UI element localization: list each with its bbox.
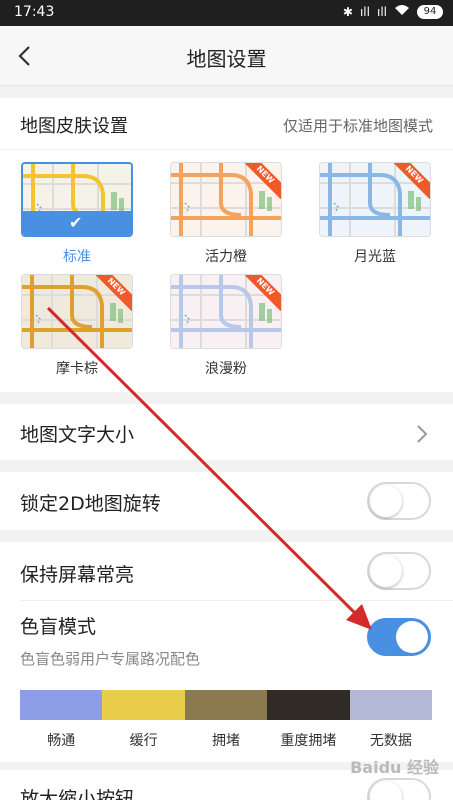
new-badge: NEW [245, 275, 281, 311]
skin-option-label: 标准 [63, 249, 91, 265]
traffic-legend-labels: 畅通 缓行 拥堵 重度拥堵 无数据 [20, 730, 432, 750]
skin-option-2[interactable]: NEW [319, 162, 431, 237]
status-icons: ✱ ıll ıll 94 [343, 4, 443, 19]
traffic-legend-label: 无数据 [369, 733, 412, 749]
skin-section-title: 地图皮肤设置 [20, 116, 128, 137]
bluetooth-icon: ✱ [342, 4, 353, 19]
traffic-legend-swatch [184, 690, 268, 720]
toggle-knob [370, 781, 402, 800]
toggle-knob [396, 621, 428, 653]
zoom-buttons-toggle[interactable] [367, 778, 431, 800]
traffic-legend-swatch [267, 690, 350, 720]
toggle-knob [370, 485, 402, 517]
page-title: 地图设置 [186, 47, 267, 71]
signal-icon: ıll [359, 4, 370, 19]
skin-option-label: 活力橙 [205, 249, 247, 265]
battery-icon: 94 [417, 4, 443, 19]
app-header: 地图设置 [0, 26, 453, 86]
selected-indicator: ✔ [23, 211, 131, 235]
zoom-buttons-label: 放大缩小按钮 [20, 788, 135, 800]
traffic-legend-label: 缓行 [129, 733, 158, 749]
skin-option-label: 月光蓝 [354, 249, 396, 265]
lock-2d-label: 锁定2D地图旋转 [20, 493, 161, 515]
check-icon: ✔ [69, 213, 83, 232]
map-text-size-label: 地图文字大小 [20, 424, 135, 446]
lock-2d-toggle[interactable] [367, 482, 431, 520]
skin-option-3[interactable]: NEW [21, 274, 133, 349]
color-blind-label: 色盲模式 [20, 616, 97, 638]
skin-option-label: 浪漫粉 [205, 361, 247, 377]
color-blind-toggle[interactable] [367, 618, 431, 656]
skin-section: 地图皮肤设置 仅适用于标准地图模式 ✔ 标准 NEW 活力橙 NEW 月光蓝 NEW 摩卡棕 N… [0, 98, 453, 392]
lock-2d-row: 锁定2D地图旋转 [0, 472, 453, 530]
skin-option-4[interactable]: NEW [170, 274, 282, 349]
traffic-legend-swatch [102, 690, 185, 720]
chevron-right-icon [415, 424, 429, 449]
new-badge: NEW [245, 163, 281, 199]
keep-screen-on-label: 保持屏幕常亮 [20, 564, 135, 586]
traffic-legend-swatch [20, 690, 103, 720]
skin-option-1[interactable]: NEW [170, 162, 282, 237]
traffic-legend-label: 拥堵 [212, 733, 241, 749]
skin-option-0[interactable]: ✔ [21, 162, 133, 237]
skin-option-label: 摩卡棕 [56, 361, 98, 377]
traffic-legend-label: 畅通 [47, 733, 76, 749]
wifi-icon [394, 4, 410, 19]
map-text-size-row[interactable]: 地图文字大小 [0, 404, 453, 460]
new-badge: NEW [394, 163, 430, 199]
traffic-legend-label: 重度拥堵 [280, 733, 337, 749]
skin-section-note: 仅适用于标准地图模式 [282, 117, 433, 135]
color-blind-description: 色盲色弱用户专属路况配色 [20, 650, 201, 668]
signal-icon: ıll [376, 4, 387, 19]
status-time: 17:43 [14, 4, 55, 20]
divider [20, 600, 453, 601]
traffic-legend-swatch [349, 690, 433, 720]
toggle-knob [370, 555, 402, 587]
display-options-section: 保持屏幕常亮 色盲模式 色盲色弱用户专属路况配色 畅通 缓行 拥堵 重度拥堵 无数据 [0, 542, 453, 762]
keep-screen-on-toggle[interactable] [367, 552, 431, 590]
watermark: Baidu 经验 [350, 758, 439, 777]
traffic-legend-bar [20, 690, 433, 720]
skin-section-header: 地图皮肤设置 仅适用于标准地图模式 [0, 98, 453, 150]
new-badge: NEW [96, 275, 132, 311]
status-bar: 17:43 ✱ ıll ıll 94 [0, 0, 453, 26]
